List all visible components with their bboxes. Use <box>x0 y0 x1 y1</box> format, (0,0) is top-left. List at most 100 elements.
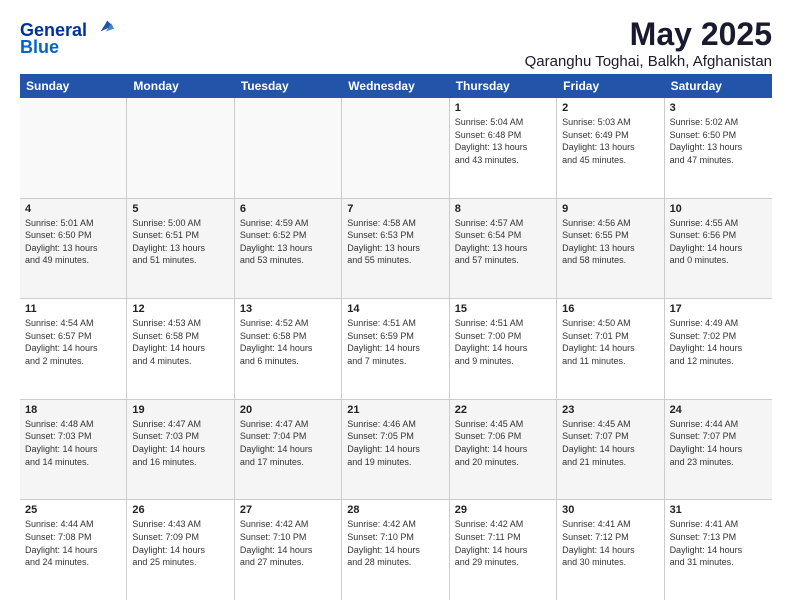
day-number: 5 <box>132 203 228 215</box>
day-number: 3 <box>670 102 767 114</box>
logo-icon <box>94 16 114 36</box>
day-info: Sunrise: 4:41 AM Sunset: 7:13 PM Dayligh… <box>670 518 767 568</box>
calendar-cell <box>20 98 127 198</box>
day-number: 2 <box>562 102 658 114</box>
day-number: 15 <box>455 303 551 315</box>
weekday-header: Sunday <box>20 74 127 98</box>
day-number: 11 <box>25 303 121 315</box>
calendar-row: 11 Sunrise: 4:54 AM Sunset: 6:57 PM Dayli… <box>20 299 772 400</box>
weekday-header: Friday <box>557 74 664 98</box>
page: General Blue May 2025 Qaranghu Toghai, B… <box>0 0 792 612</box>
day-info: Sunrise: 4:46 AM Sunset: 7:05 PM Dayligh… <box>347 418 443 468</box>
day-info: Sunrise: 4:50 AM Sunset: 7:01 PM Dayligh… <box>562 317 658 367</box>
day-number: 30 <box>562 504 658 516</box>
weekday-header: Tuesday <box>235 74 342 98</box>
calendar-cell: 11 Sunrise: 4:54 AM Sunset: 6:57 PM Dayli… <box>20 299 127 399</box>
day-number: 28 <box>347 504 443 516</box>
subtitle: Qaranghu Toghai, Balkh, Afghanistan <box>525 53 772 70</box>
calendar-cell <box>342 98 449 198</box>
day-info: Sunrise: 5:00 AM Sunset: 6:51 PM Dayligh… <box>132 217 228 267</box>
calendar-cell: 21Sunrise: 4:46 AM Sunset: 7:05 PM Dayli… <box>342 400 449 500</box>
calendar-cell: 24Sunrise: 4:44 AM Sunset: 7:07 PM Dayli… <box>665 400 772 500</box>
weekday-header: Thursday <box>450 74 557 98</box>
day-number: 24 <box>670 404 767 416</box>
calendar-cell: 30 Sunrise: 4:41 AM Sunset: 7:12 PM Dayli… <box>557 500 664 600</box>
header: General Blue May 2025 Qaranghu Toghai, B… <box>20 16 772 70</box>
calendar-body: 1Sunrise: 5:04 AM Sunset: 6:48 PM Daylig… <box>20 98 772 600</box>
calendar-cell: 1Sunrise: 5:04 AM Sunset: 6:48 PM Daylig… <box>450 98 557 198</box>
day-info: Sunrise: 4:45 AM Sunset: 7:07 PM Dayligh… <box>562 418 658 468</box>
day-info: Sunrise: 5:01 AM Sunset: 6:50 PM Dayligh… <box>25 217 121 267</box>
day-info: Sunrise: 4:49 AM Sunset: 7:02 PM Dayligh… <box>670 317 767 367</box>
title-block: May 2025 Qaranghu Toghai, Balkh, Afghani… <box>525 16 772 70</box>
calendar-cell: 14 Sunrise: 4:51 AM Sunset: 6:59 PM Dayli… <box>342 299 449 399</box>
calendar-cell: 31Sunrise: 4:41 AM Sunset: 7:13 PM Dayli… <box>665 500 772 600</box>
calendar-row: 1Sunrise: 5:04 AM Sunset: 6:48 PM Daylig… <box>20 98 772 199</box>
day-info: Sunrise: 4:51 AM Sunset: 7:00 PM Dayligh… <box>455 317 551 367</box>
calendar-cell: 7 Sunrise: 4:58 AM Sunset: 6:53 PM Daylig… <box>342 199 449 299</box>
calendar-cell: 16Sunrise: 4:50 AM Sunset: 7:01 PM Dayli… <box>557 299 664 399</box>
calendar-cell: 6 Sunrise: 4:59 AM Sunset: 6:52 PM Daylig… <box>235 199 342 299</box>
day-number: 6 <box>240 203 336 215</box>
calendar-cell <box>235 98 342 198</box>
day-info: Sunrise: 4:56 AM Sunset: 6:55 PM Dayligh… <box>562 217 658 267</box>
day-info: Sunrise: 4:47 AM Sunset: 7:03 PM Dayligh… <box>132 418 228 468</box>
calendar-cell: 9 Sunrise: 4:56 AM Sunset: 6:55 PM Daylig… <box>557 199 664 299</box>
day-number: 10 <box>670 203 767 215</box>
calendar-row: 4Sunrise: 5:01 AM Sunset: 6:50 PM Daylig… <box>20 199 772 300</box>
day-info: Sunrise: 4:51 AM Sunset: 6:59 PM Dayligh… <box>347 317 443 367</box>
calendar-cell: 12 Sunrise: 4:53 AM Sunset: 6:58 PM Dayli… <box>127 299 234 399</box>
day-number: 9 <box>562 203 658 215</box>
day-info: Sunrise: 4:45 AM Sunset: 7:06 PM Dayligh… <box>455 418 551 468</box>
calendar-header: SundayMondayTuesdayWednesdayThursdayFrid… <box>20 74 772 98</box>
day-info: Sunrise: 4:59 AM Sunset: 6:52 PM Dayligh… <box>240 217 336 267</box>
calendar-cell: 2 Sunrise: 5:03 AM Sunset: 6:49 PM Daylig… <box>557 98 664 198</box>
day-info: Sunrise: 4:57 AM Sunset: 6:54 PM Dayligh… <box>455 217 551 267</box>
day-info: Sunrise: 5:02 AM Sunset: 6:50 PM Dayligh… <box>670 116 767 166</box>
calendar-cell: 15 Sunrise: 4:51 AM Sunset: 7:00 PM Dayli… <box>450 299 557 399</box>
day-info: Sunrise: 4:54 AM Sunset: 6:57 PM Dayligh… <box>25 317 121 367</box>
day-number: 12 <box>132 303 228 315</box>
day-info: Sunrise: 4:42 AM Sunset: 7:10 PM Dayligh… <box>240 518 336 568</box>
calendar-cell: 5 Sunrise: 5:00 AM Sunset: 6:51 PM Daylig… <box>127 199 234 299</box>
day-info: Sunrise: 4:44 AM Sunset: 7:08 PM Dayligh… <box>25 518 121 568</box>
calendar-cell: 29 Sunrise: 4:42 AM Sunset: 7:11 PM Dayli… <box>450 500 557 600</box>
day-number: 14 <box>347 303 443 315</box>
day-info: Sunrise: 4:55 AM Sunset: 6:56 PM Dayligh… <box>670 217 767 267</box>
calendar-cell <box>127 98 234 198</box>
day-number: 19 <box>132 404 228 416</box>
day-number: 27 <box>240 504 336 516</box>
day-info: Sunrise: 4:48 AM Sunset: 7:03 PM Dayligh… <box>25 418 121 468</box>
day-number: 25 <box>25 504 121 516</box>
day-number: 22 <box>455 404 551 416</box>
calendar-cell: 26Sunrise: 4:43 AM Sunset: 7:09 PM Dayli… <box>127 500 234 600</box>
calendar-cell: 25 Sunrise: 4:44 AM Sunset: 7:08 PM Dayli… <box>20 500 127 600</box>
weekday-header: Wednesday <box>342 74 449 98</box>
day-info: Sunrise: 4:53 AM Sunset: 6:58 PM Dayligh… <box>132 317 228 367</box>
day-number: 18 <box>25 404 121 416</box>
calendar-cell: 20Sunrise: 4:47 AM Sunset: 7:04 PM Dayli… <box>235 400 342 500</box>
day-number: 26 <box>132 504 228 516</box>
day-number: 17 <box>670 303 767 315</box>
day-number: 7 <box>347 203 443 215</box>
day-number: 29 <box>455 504 551 516</box>
calendar-cell: 3 Sunrise: 5:02 AM Sunset: 6:50 PM Daylig… <box>665 98 772 198</box>
main-title: May 2025 <box>525 16 772 53</box>
day-info: Sunrise: 4:58 AM Sunset: 6:53 PM Dayligh… <box>347 217 443 267</box>
calendar-cell: 8Sunrise: 4:57 AM Sunset: 6:54 PM Daylig… <box>450 199 557 299</box>
calendar-cell: 28Sunrise: 4:42 AM Sunset: 7:10 PM Dayli… <box>342 500 449 600</box>
day-info: Sunrise: 5:03 AM Sunset: 6:49 PM Dayligh… <box>562 116 658 166</box>
calendar-cell: 23 Sunrise: 4:45 AM Sunset: 7:07 PM Dayli… <box>557 400 664 500</box>
day-number: 20 <box>240 404 336 416</box>
day-info: Sunrise: 4:52 AM Sunset: 6:58 PM Dayligh… <box>240 317 336 367</box>
day-number: 23 <box>562 404 658 416</box>
calendar-cell: 22 Sunrise: 4:45 AM Sunset: 7:06 PM Dayli… <box>450 400 557 500</box>
calendar-cell: 10 Sunrise: 4:55 AM Sunset: 6:56 PM Dayli… <box>665 199 772 299</box>
day-number: 1 <box>455 102 551 114</box>
calendar-cell: 4Sunrise: 5:01 AM Sunset: 6:50 PM Daylig… <box>20 199 127 299</box>
day-info: Sunrise: 4:41 AM Sunset: 7:12 PM Dayligh… <box>562 518 658 568</box>
calendar: SundayMondayTuesdayWednesdayThursdayFrid… <box>20 74 772 600</box>
day-info: Sunrise: 4:42 AM Sunset: 7:11 PM Dayligh… <box>455 518 551 568</box>
weekday-header: Saturday <box>665 74 772 98</box>
calendar-cell: 18 Sunrise: 4:48 AM Sunset: 7:03 PM Dayli… <box>20 400 127 500</box>
